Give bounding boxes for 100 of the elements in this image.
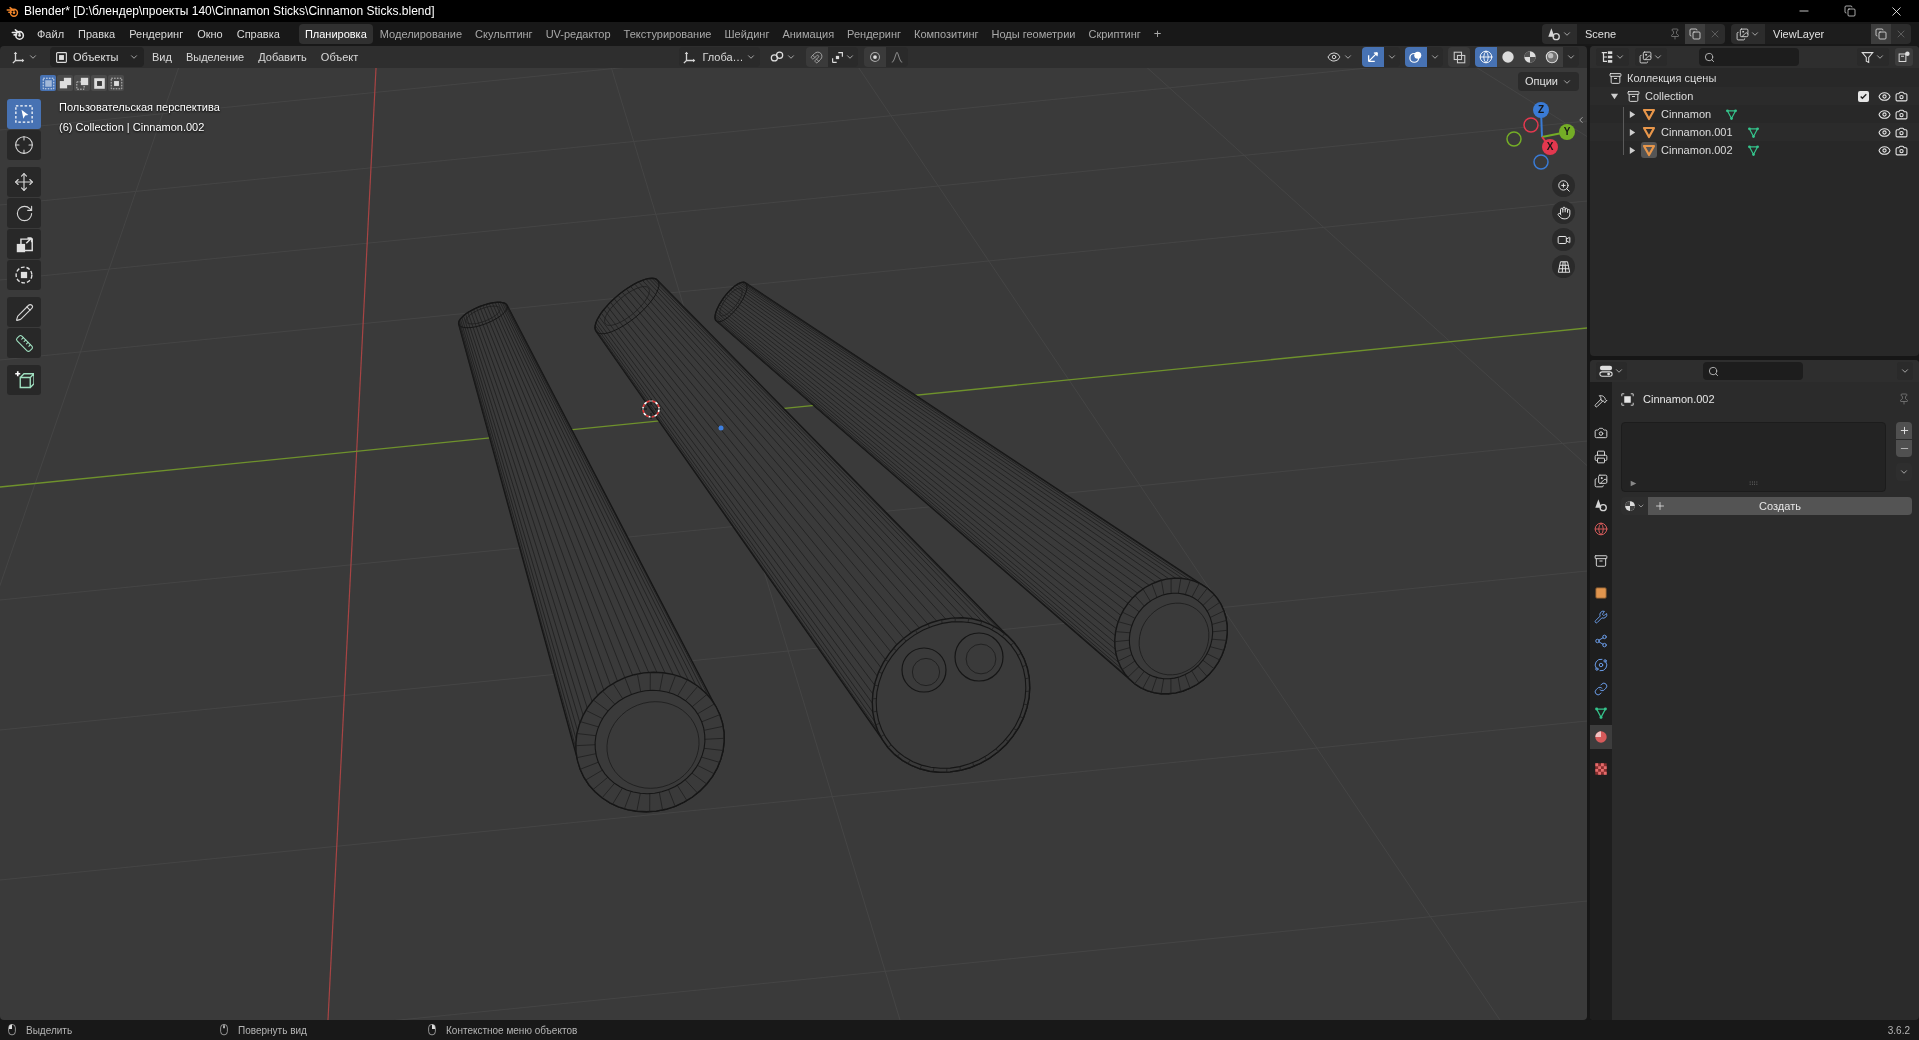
workspace-tab[interactable]: UV-редактор	[539, 24, 617, 44]
outliner-item[interactable]: Cinnamon.001	[1661, 123, 1733, 141]
workspace-tab[interactable]: Ноды геометрии	[985, 24, 1082, 44]
select-mode-button[interactable]	[57, 75, 73, 91]
filter-button[interactable]	[1857, 48, 1889, 66]
scene-browse-button[interactable]	[1542, 24, 1577, 44]
tool-button[interactable]	[7, 229, 41, 259]
workspace-tab[interactable]: Рендеринг	[841, 24, 908, 44]
camera-view-button[interactable]	[1552, 228, 1575, 251]
workspace-tab[interactable]: Скриптинг	[1082, 24, 1147, 44]
chevron-down-icon	[1430, 52, 1440, 62]
options-dropdown[interactable]: Опции	[1517, 72, 1579, 91]
chevron-down-icon	[1875, 52, 1885, 62]
remove-slot-button[interactable]	[1896, 440, 1912, 457]
scene-name-field[interactable]: Scene	[1577, 24, 1665, 44]
editor-type-button[interactable]	[1596, 362, 1627, 380]
proportional-editing-toggle[interactable]	[863, 47, 886, 67]
menu-item[interactable]: Вид	[146, 47, 178, 67]
outliner-item[interactable]: Коллекция сцены	[1627, 69, 1717, 87]
camera-icon	[1594, 426, 1608, 440]
tool-button[interactable]	[7, 297, 41, 327]
falloff-button[interactable]	[885, 47, 908, 67]
snap-toggle[interactable]	[805, 47, 828, 67]
overlays-toggle[interactable]	[1405, 47, 1427, 67]
workspace-tab[interactable]: Моделирование	[373, 24, 469, 44]
collection-info-label: (6) Collection | Cinnamon.002	[59, 119, 206, 135]
tool-button[interactable]	[7, 167, 41, 197]
menu-item[interactable]: Объект	[314, 47, 365, 67]
checkmark-icon	[1859, 91, 1868, 101]
select-mode-button[interactable]	[108, 75, 124, 91]
view-layer-browse-button[interactable]	[1731, 24, 1765, 44]
shading-mode-button[interactable]	[1497, 47, 1519, 67]
eye-icon	[1877, 107, 1891, 121]
solid-sphere-icon	[1501, 50, 1515, 64]
display-mode-button[interactable]	[1596, 48, 1629, 66]
zoom-button[interactable]	[1552, 174, 1575, 197]
pin-button[interactable]	[1665, 24, 1685, 44]
gizmo-axis-handle[interactable]: X	[1542, 139, 1558, 155]
menu-item[interactable]: Добавить	[252, 47, 313, 67]
close-icon	[1709, 28, 1721, 40]
add-slot-button[interactable]	[1896, 422, 1912, 439]
checkbox[interactable]	[1858, 90, 1869, 102]
new-view-layer-button[interactable]	[1871, 24, 1891, 44]
mesh-vertices-icon	[1746, 125, 1760, 139]
zoom-in-icon	[1556, 178, 1571, 193]
hammer-icon	[1594, 394, 1608, 408]
menu-item[interactable]: Справка	[229, 24, 287, 44]
mesh-vertices-icon	[1746, 143, 1760, 157]
eye-icon	[1877, 143, 1891, 157]
images-icon	[1639, 50, 1652, 64]
snap-target-button[interactable]	[827, 47, 858, 67]
tool-button[interactable]	[7, 130, 41, 160]
outliner-item[interactable]: Cinnamon.002	[1661, 141, 1733, 159]
xray-toggle[interactable]	[1448, 47, 1470, 67]
workspace-tab[interactable]: Текстурирование	[617, 24, 718, 44]
gizmo-axis-handle[interactable]: Z	[1533, 102, 1549, 118]
tool-button[interactable]	[7, 260, 41, 290]
view-layer-name-field[interactable]: ViewLayer	[1765, 24, 1871, 44]
workspace-tab[interactable]: Планировка	[298, 24, 373, 44]
menu-item[interactable]: Файл	[30, 24, 72, 44]
pin-icon	[1898, 393, 1910, 405]
select-mode-button[interactable]	[91, 75, 107, 91]
new-material-button[interactable]: Создать	[1648, 497, 1912, 515]
copy-icon	[1875, 28, 1887, 40]
menu-item[interactable]: Правка	[71, 24, 123, 44]
menu-item[interactable]: Выделение	[179, 47, 251, 67]
gizmos-toggle[interactable]	[1362, 47, 1384, 67]
shading-mode-button[interactable]	[1541, 47, 1563, 67]
gizmo-axis-handle[interactable]: Y	[1559, 124, 1575, 140]
search-field[interactable]	[1699, 48, 1799, 66]
new-collection-button[interactable]	[1895, 48, 1913, 66]
workspace-tab[interactable]: Анимация	[776, 24, 841, 44]
workspace-tab[interactable]: Шейдинг	[718, 24, 776, 44]
chevron-down-icon	[1562, 29, 1572, 39]
pin-icon	[1669, 28, 1681, 40]
select-mode-button[interactable]	[74, 75, 90, 91]
perspective-toggle-button[interactable]	[1552, 255, 1575, 278]
workspace-tab[interactable]: Композитинг	[908, 24, 985, 44]
globe-icon	[1594, 522, 1608, 536]
outliner-item[interactable]: Collection	[1645, 87, 1694, 105]
outliner-item[interactable]: Cinnamon	[1661, 105, 1712, 123]
tool-button[interactable]	[7, 328, 41, 358]
add-workspace-button[interactable]: +	[1147, 24, 1168, 44]
properties-tab[interactable]	[1590, 725, 1612, 749]
filter-mode-button[interactable]	[1635, 48, 1667, 66]
new-scene-button[interactable]	[1685, 24, 1705, 44]
magnet-icon	[810, 50, 824, 64]
tool-button[interactable]	[7, 198, 41, 228]
workspace-tab[interactable]: Скульптинг	[469, 24, 539, 44]
tool-button[interactable]	[7, 365, 41, 395]
menu-item[interactable]: Окно	[190, 24, 230, 44]
pan-button[interactable]	[1552, 201, 1575, 224]
chevron-down-icon	[1637, 502, 1645, 510]
shading-mode-button[interactable]	[1475, 47, 1497, 67]
axes-icon	[683, 50, 698, 64]
search-field[interactable]	[1703, 362, 1803, 380]
menu-item[interactable]: Рендеринг	[122, 24, 191, 44]
orbit-icon	[1594, 658, 1608, 672]
mode-dropdown[interactable]: Объекты	[50, 47, 144, 67]
orientation-dropdown[interactable]: Глоба…	[679, 47, 760, 67]
